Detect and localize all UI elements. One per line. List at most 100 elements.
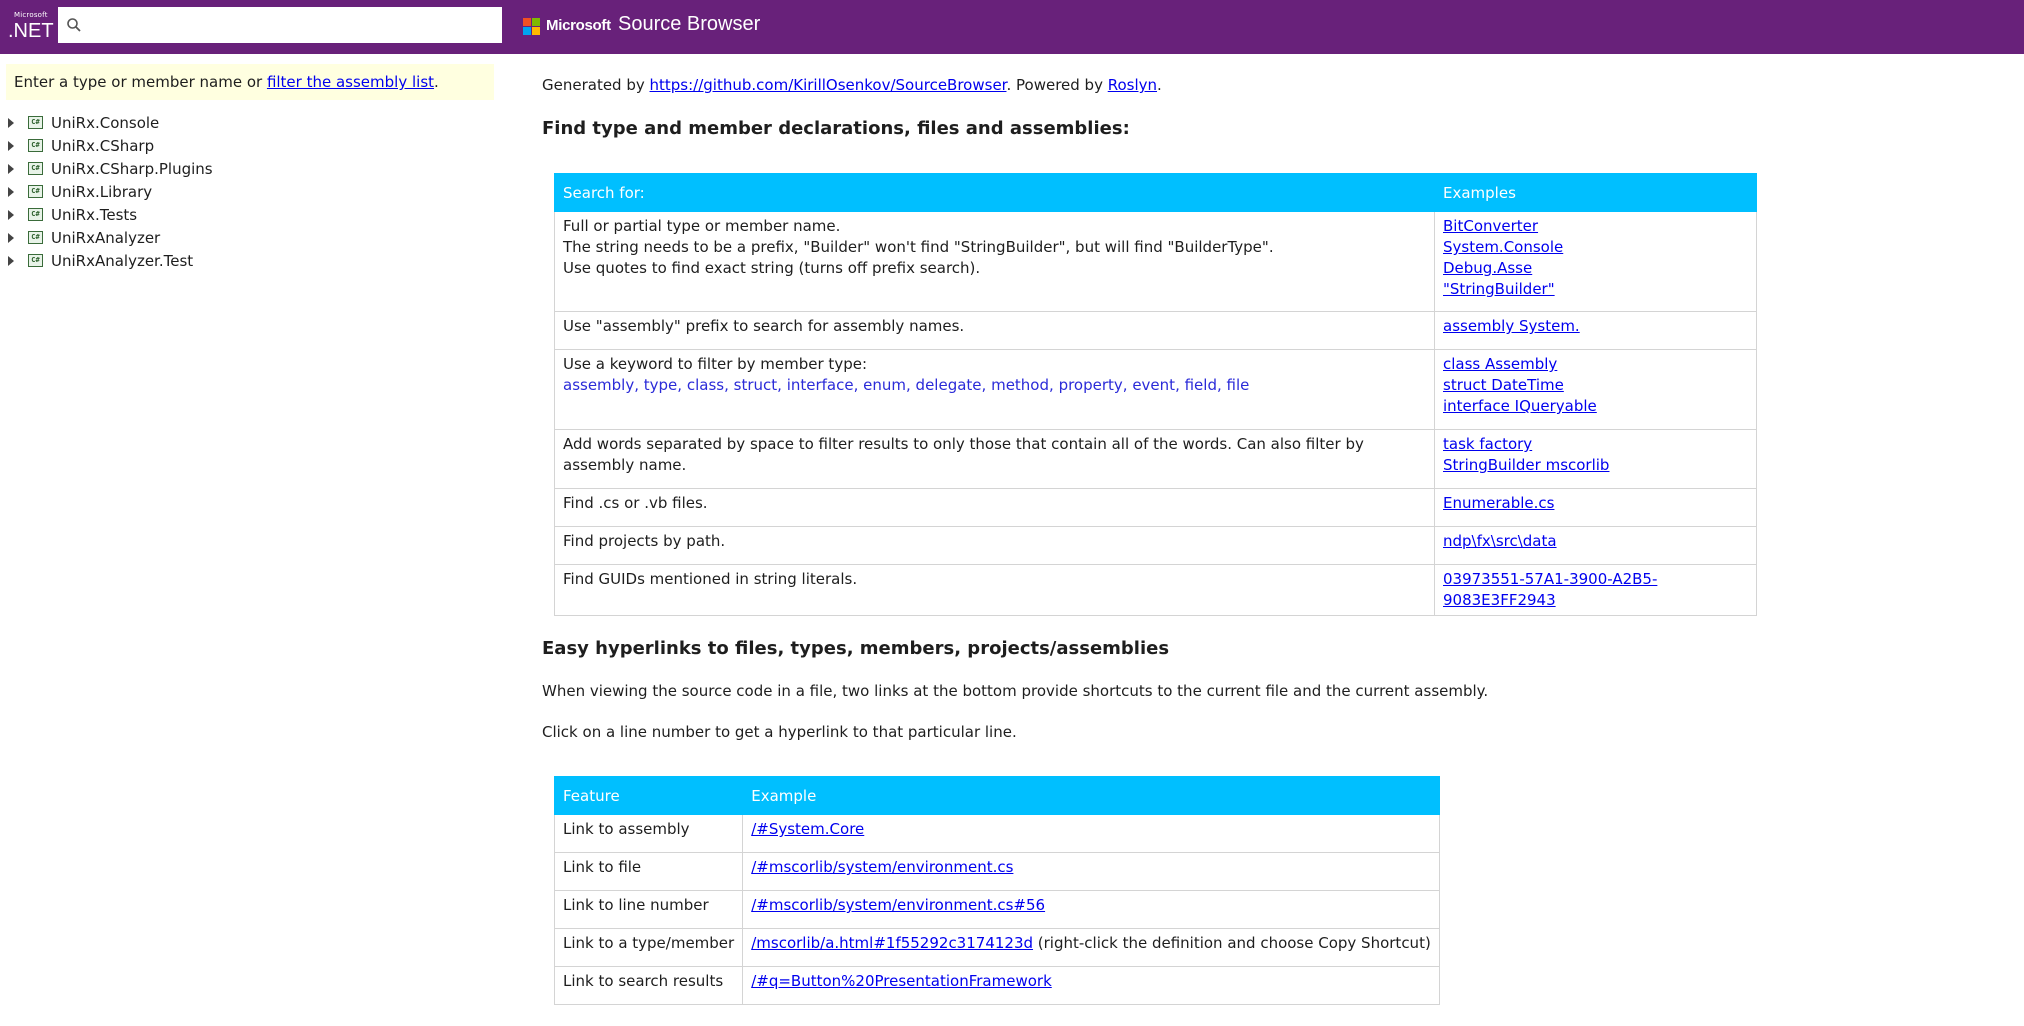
search-description-cell: Add words separated by space to filter r… (554, 429, 1435, 489)
search-description-cell: Use "assembly" prefix to search for asse… (554, 311, 1435, 350)
example-cell: /#q=Button%20PresentationFramework (742, 966, 1440, 1005)
table-row: Find .cs or .vb files. Enumerable.cs (554, 488, 1757, 527)
example-link[interactable]: assembly System. (1443, 317, 1580, 335)
description-line: The string needs to be a prefix, "Builde… (563, 238, 1274, 256)
app-title[interactable]: Source Browser (618, 13, 760, 36)
hyperlinks-paragraph-2: Click on a line number to get a hyperlin… (542, 723, 1017, 741)
tree-item-label[interactable]: UniRx.Tests (51, 206, 137, 224)
feature-cell: Link to file (553, 852, 744, 891)
roslyn-link[interactable]: Roslyn (1108, 76, 1157, 94)
tree-item-label[interactable]: UniRx.Console (51, 114, 159, 132)
examples-cell: 03973551-57A1-3900-A2B5-9083E3FF2943 (1434, 564, 1757, 616)
tree-item-label[interactable]: UniRx.CSharp (51, 137, 154, 155)
feature-cell: Link to line number (553, 890, 744, 929)
expand-arrow-icon[interactable] (8, 117, 14, 128)
dotnet-logo[interactable]: Microsoft .NET (8, 11, 54, 42)
csharp-project-icon: C# (28, 139, 43, 152)
csharp-project-icon: C# (28, 116, 43, 129)
keyword-list: assembly, type, class, struct, interface… (563, 376, 1250, 394)
example-link[interactable]: StringBuilder mscorlib (1443, 456, 1609, 474)
tree-item[interactable]: C# UniRx.Tests (6, 203, 213, 226)
top-bar: Microsoft .NET Microsoft Source Browser (0, 0, 2024, 54)
example-cell: /mscorlib/a.html#1f55292c3174123d (right… (742, 928, 1440, 967)
expand-arrow-icon[interactable] (8, 255, 14, 266)
generated-end: . (1157, 76, 1162, 94)
keyword-property: property (1058, 376, 1123, 394)
examples-cell: task factory StringBuilder mscorlib (1434, 429, 1757, 489)
feature-example-link[interactable]: /#q=Button%20PresentationFramework (751, 972, 1052, 990)
feature-example-link[interactable]: /#mscorlib/system/environment.cs#56 (751, 896, 1045, 914)
csharp-project-icon: C# (28, 254, 43, 267)
example-link[interactable]: System.Console (1443, 238, 1563, 256)
microsoft-brand-text[interactable]: Microsoft (546, 17, 611, 34)
example-link[interactable]: 03973551-57A1-3900-A2B5-9083E3FF2943 (1443, 570, 1657, 609)
expand-arrow-icon[interactable] (8, 209, 14, 220)
feature-cell: Link to a type/member (553, 928, 744, 967)
description-line: Use quotes to find exact string (turns o… (563, 259, 981, 277)
search-box[interactable] (58, 7, 502, 43)
example-link[interactable]: "StringBuilder" (1443, 280, 1555, 298)
tree-item[interactable]: C# UniRx.CSharp (6, 134, 213, 157)
example-link[interactable]: Enumerable.cs (1443, 494, 1554, 512)
description-line: Use a keyword to filter by member type: (563, 355, 867, 373)
keyword-enum: enum (863, 376, 906, 394)
tree-item-label[interactable]: UniRx.Library (51, 183, 152, 201)
keyword-file: file (1226, 376, 1250, 394)
example-link[interactable]: BitConverter (1443, 217, 1538, 235)
example-link[interactable]: class Assembly (1443, 355, 1557, 373)
hyperlinks-section-title: Easy hyperlinks to files, types, members… (542, 638, 1170, 659)
table-row: Link to file /#mscorlib/system/environmen… (553, 852, 1440, 891)
powered-by-text: . Powered by (1006, 76, 1108, 94)
tree-item[interactable]: C# UniRx.Console (6, 111, 213, 134)
hint-end: . (434, 73, 439, 91)
feature-example-link[interactable]: /#mscorlib/system/environment.cs (751, 858, 1013, 876)
table-row: Find GUIDs mentioned in string literals.… (554, 564, 1757, 616)
search-input[interactable] (92, 11, 492, 39)
tree-item-label[interactable]: UniRxAnalyzer.Test (51, 252, 193, 270)
expand-arrow-icon[interactable] (8, 163, 14, 174)
tree-item-label[interactable]: UniRx.CSharp.Plugins (51, 160, 213, 178)
description-line: Full or partial type or member name. (563, 217, 841, 235)
search-description-cell: Find .cs or .vb files. (554, 488, 1435, 527)
csharp-project-icon: C# (28, 185, 43, 198)
description-line: Add words separated by space to filter r… (563, 435, 1364, 474)
tree-item[interactable]: C# UniRx.Library (6, 180, 213, 203)
search-description-cell: Find GUIDs mentioned in string literals. (554, 564, 1435, 616)
tree-item[interactable]: C# UniRxAnalyzer (6, 226, 213, 249)
search-for-header: Search for: (554, 173, 1435, 212)
example-link[interactable]: ndp\fx\src\data (1443, 532, 1557, 550)
sourcebrowser-github-link[interactable]: https://github.com/KirillOsenkov/SourceB… (650, 76, 1007, 94)
table-row: Use "assembly" prefix to search for asse… (554, 311, 1757, 350)
search-hint: Enter a type or member name or filter th… (6, 64, 494, 100)
example-link[interactable]: interface IQueryable (1443, 397, 1597, 415)
table-row: Link to search results /#q=Button%20Prese… (553, 966, 1440, 1005)
example-header: Example (742, 776, 1440, 815)
feature-example-link[interactable]: /#System.Core (751, 820, 864, 838)
example-cell: /#System.Core (742, 814, 1440, 853)
expand-arrow-icon[interactable] (8, 232, 14, 243)
examples-header: Examples (1434, 173, 1757, 212)
tree-item[interactable]: C# UniRxAnalyzer.Test (6, 249, 213, 272)
description-line: Find projects by path. (563, 532, 726, 550)
microsoft-logo-icon (523, 18, 541, 36)
logo-small-text: Microsoft (14, 11, 48, 19)
keyword-struct: struct (733, 376, 778, 394)
generated-by-line: Generated by https://github.com/KirillOs… (542, 76, 1162, 94)
example-link[interactable]: struct DateTime (1443, 376, 1564, 394)
keyword-assembly: assembly (563, 376, 635, 394)
tree-item-label[interactable]: UniRxAnalyzer (51, 229, 160, 247)
feature-example-link[interactable]: /mscorlib/a.html#1f55292c3174123d (751, 934, 1033, 952)
search-help-table: Search for: Examples Full or partial typ… (554, 173, 1757, 616)
expand-arrow-icon[interactable] (8, 140, 14, 151)
keyword-interface: interface (786, 376, 854, 394)
keyword-delegate: delegate (915, 376, 982, 394)
expand-arrow-icon[interactable] (8, 186, 14, 197)
example-cell: /#mscorlib/system/environment.cs#56 (742, 890, 1440, 929)
description-line: Find .cs or .vb files. (563, 494, 708, 512)
example-cell: /#mscorlib/system/environment.cs (742, 852, 1440, 891)
tree-item[interactable]: C# UniRx.CSharp.Plugins (6, 157, 213, 180)
filter-assembly-list-link[interactable]: filter the assembly list (267, 73, 434, 91)
example-link[interactable]: Debug.Asse (1443, 259, 1532, 277)
left-panel: Enter a type or member name or filter th… (0, 54, 505, 1026)
example-link[interactable]: task factory (1443, 435, 1532, 453)
